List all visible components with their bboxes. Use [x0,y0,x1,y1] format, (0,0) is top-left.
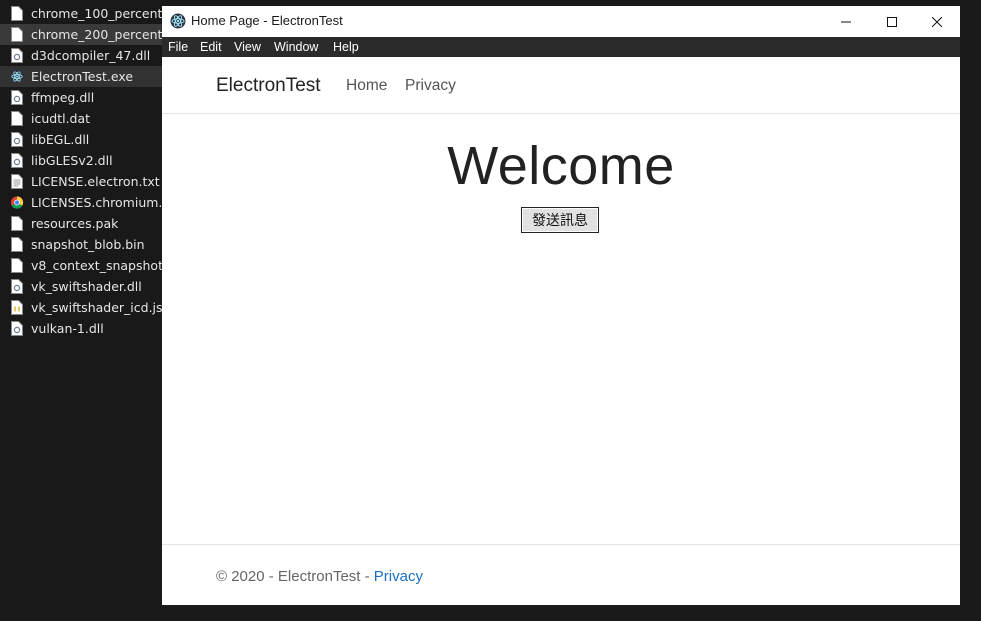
close-icon [932,16,942,27]
maximize-button[interactable] [869,6,915,37]
file-name: v8_context_snapshot.bin [31,258,162,273]
dll-icon [10,90,24,106]
electron-icon [10,69,24,85]
file-item[interactable]: vk_swiftshader.dll [0,276,162,297]
menu-help[interactable]: Help [333,40,359,54]
file-icon [10,111,24,127]
minimize-icon [841,21,851,22]
file-icon [10,258,24,274]
window-title: Home Page - ElectronTest [191,13,343,28]
menu-file[interactable]: File [168,40,188,54]
menu-window[interactable]: Window [274,40,318,54]
file-icon [10,27,24,43]
file-item[interactable]: ffmpeg.dll [0,87,162,108]
footer: © 2020 - ElectronTest - Privacy [162,544,960,606]
brand-link[interactable]: ElectronTest [216,75,321,97]
electron-window: Home Page - ElectronTest File Edit View … [162,6,960,605]
file-name: vk_swiftshader_icd.json [31,300,162,315]
menu-edit[interactable]: Edit [200,40,222,54]
page-title: Welcome [447,136,675,196]
file-item[interactable]: LICENSES.chromium.html [0,192,162,213]
file-item[interactable]: chrome_100_percent.pak [0,3,162,24]
file-name: chrome_200_percent.pak [31,27,162,42]
file-item[interactable]: icudtl.dat [0,108,162,129]
file-name: vulkan-1.dll [31,321,104,336]
file-name: d3dcompiler_47.dll [31,48,151,63]
title-bar[interactable]: Home Page - ElectronTest [162,6,960,37]
copyright-text: © 2020 - ElectronTest - [216,568,374,585]
file-item[interactable]: snapshot_blob.bin [0,234,162,255]
dll-icon [10,321,24,337]
file-icon [10,6,24,22]
file-item[interactable]: LICENSE.electron.txt [0,171,162,192]
file-item[interactable]: chrome_200_percent.pak [0,24,162,45]
file-icon [10,237,24,253]
maximize-icon [887,16,897,27]
close-button[interactable] [914,6,960,37]
footer-privacy-link[interactable]: Privacy [374,568,423,585]
file-item[interactable]: libGLESv2.dll [0,150,162,171]
file-name: LICENSES.chromium.html [31,195,162,210]
dll-icon [10,153,24,169]
explorer-file-list: chrome_100_percent.pak chrome_200_percen… [0,0,162,621]
json-file-icon [10,300,24,316]
file-item[interactable]: resources.pak [0,213,162,234]
file-item[interactable]: vk_swiftshader_icd.json [0,297,162,318]
navbar: ElectronTest Home Privacy [162,57,960,114]
file-name: snapshot_blob.bin [31,237,145,252]
file-icon [10,216,24,232]
menu-view[interactable]: View [234,40,261,54]
electron-icon [170,13,186,29]
menu-bar: File Edit View Window Help [162,37,960,57]
file-name: vk_swiftshader.dll [31,279,142,294]
chrome-icon [10,195,24,211]
send-message-button[interactable]: 發送訊息 [521,207,599,233]
nav-link-home[interactable]: Home [346,77,387,95]
text-file-icon [10,174,24,190]
file-name: ElectronTest.exe [31,69,134,84]
file-item[interactable]: d3dcompiler_47.dll [0,45,162,66]
file-name: resources.pak [31,216,119,231]
file-item[interactable]: vulkan-1.dll [0,318,162,339]
file-name: chrome_100_percent.pak [31,6,162,21]
nav-link-privacy[interactable]: Privacy [405,77,456,95]
file-item[interactable]: v8_context_snapshot.bin [0,255,162,276]
footer-text: © 2020 - ElectronTest - Privacy [216,568,423,585]
dll-icon [10,48,24,64]
file-item[interactable]: ElectronTest.exe [0,66,162,87]
file-name: libGLESv2.dll [31,153,113,168]
dll-icon [10,132,24,148]
file-name: LICENSE.electron.txt [31,174,160,189]
file-name: ffmpeg.dll [31,90,95,105]
file-name: libEGL.dll [31,132,90,147]
minimize-button[interactable] [823,6,869,37]
dll-icon [10,279,24,295]
file-name: icudtl.dat [31,111,91,126]
file-item[interactable]: libEGL.dll [0,129,162,150]
